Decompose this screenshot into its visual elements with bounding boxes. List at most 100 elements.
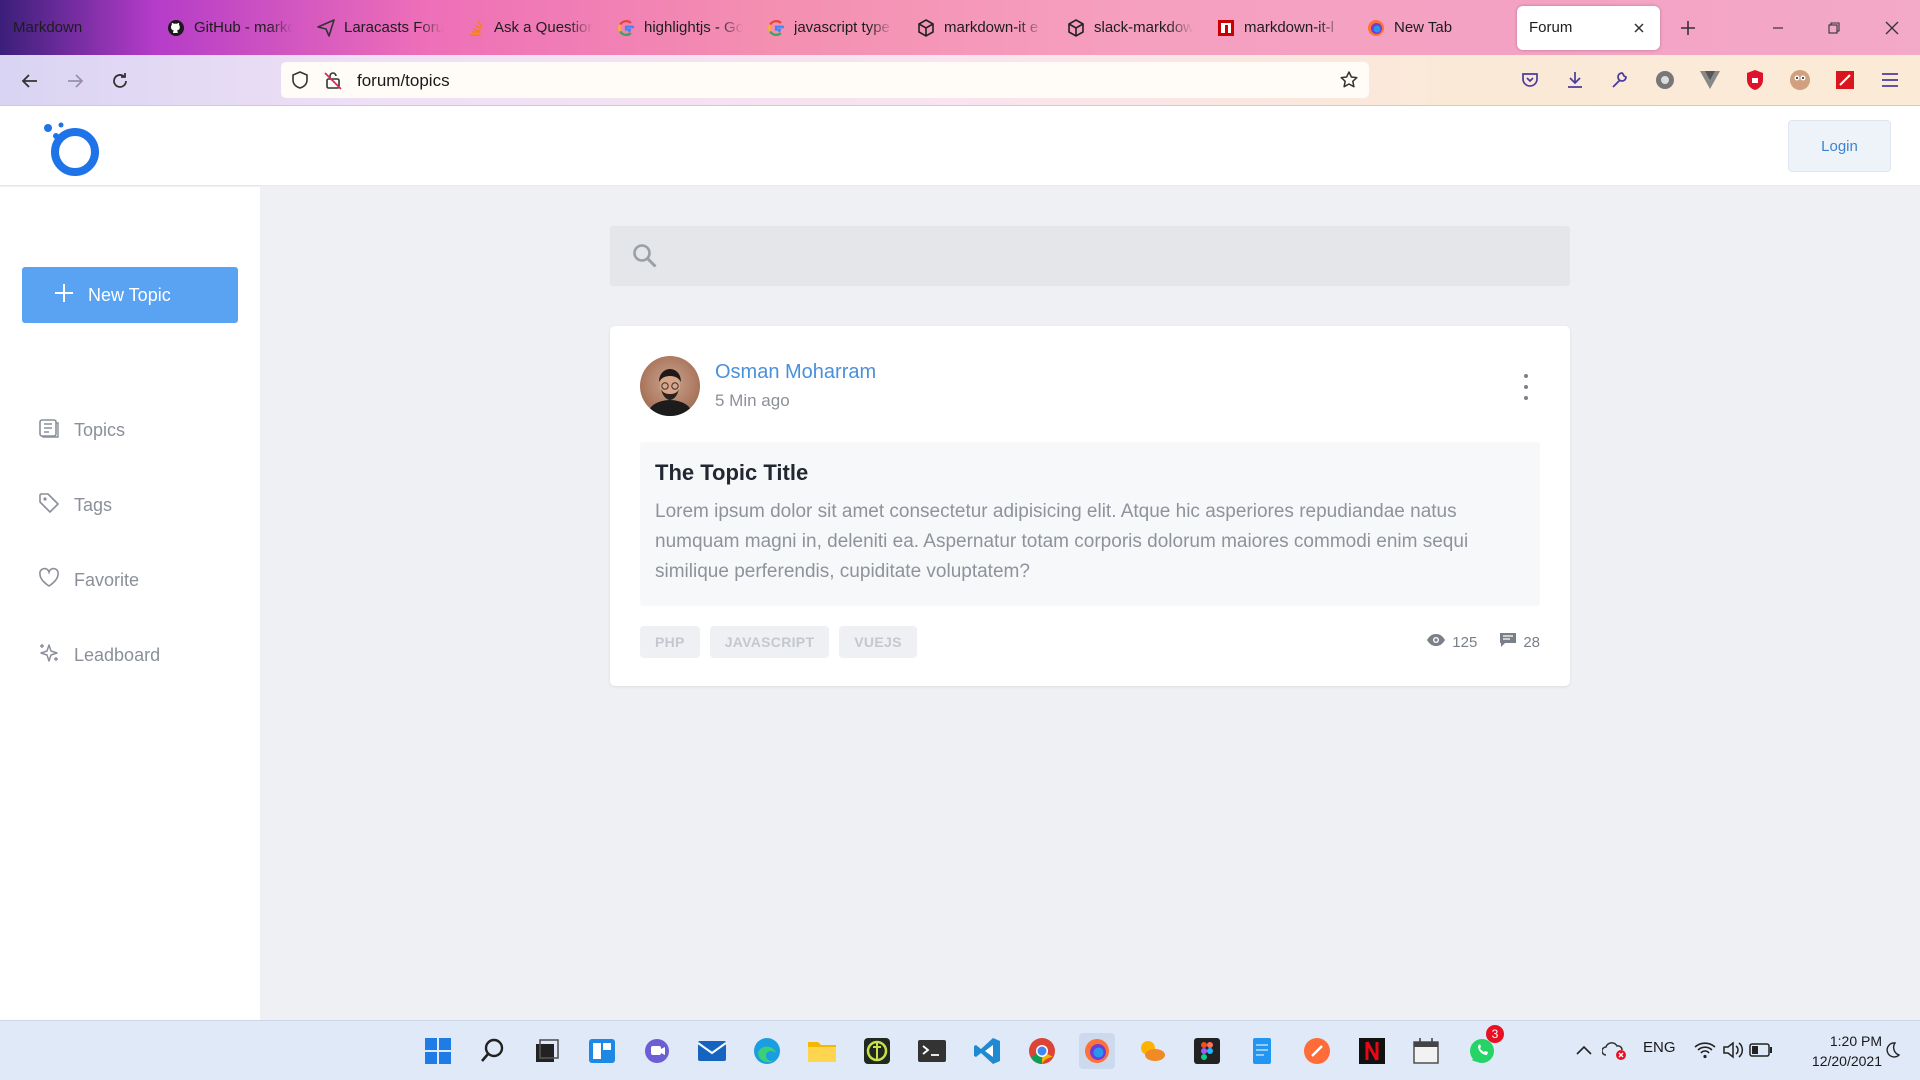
chevron-up-icon[interactable] bbox=[1572, 1035, 1596, 1065]
address-bar[interactable]: forum/topics bbox=[281, 62, 1369, 98]
teams-chat-icon[interactable] bbox=[639, 1033, 675, 1069]
weather-icon[interactable] bbox=[1134, 1033, 1170, 1069]
browser-nav-bar: forum/topics bbox=[0, 55, 1920, 106]
sidebar-item-favorite[interactable]: Favorite bbox=[38, 566, 139, 594]
author-name[interactable]: Osman Moharram bbox=[715, 361, 876, 384]
onedrive-offline-icon[interactable] bbox=[1600, 1035, 1630, 1065]
insecure-lock-icon[interactable] bbox=[323, 70, 343, 95]
whatsapp-icon[interactable]: 3 bbox=[1464, 1025, 1504, 1069]
sidebar-item-topics[interactable]: Topics bbox=[38, 416, 125, 444]
sidebar-item-label: Topics bbox=[74, 419, 126, 440]
firefox-taskbar-icon[interactable] bbox=[1079, 1033, 1115, 1069]
send-icon bbox=[317, 18, 335, 37]
plus-icon bbox=[54, 283, 74, 308]
netflix-icon[interactable] bbox=[1354, 1033, 1390, 1069]
tab-javascript-type[interactable]: javascript type bbox=[755, 8, 905, 48]
figma-icon[interactable] bbox=[1189, 1033, 1225, 1069]
notepad-icon[interactable] bbox=[1244, 1033, 1280, 1069]
comments-count: 28 bbox=[1523, 633, 1540, 651]
system-clock[interactable]: 1:20 PM 12/20/2021 bbox=[1786, 1031, 1882, 1071]
wifi-icon[interactable] bbox=[1691, 1035, 1719, 1065]
battery-icon[interactable] bbox=[1747, 1035, 1775, 1065]
notification-badge: 3 bbox=[1486, 1025, 1504, 1043]
tab-slack-markdown[interactable]: slack-markdown bbox=[1055, 8, 1205, 48]
tab-laracasts[interactable]: Laracasts Forum bbox=[305, 8, 455, 48]
new-topic-button[interactable]: New Topic bbox=[22, 267, 238, 323]
app-logo[interactable] bbox=[43, 120, 103, 178]
tab-title: GitHub - markdown bbox=[194, 19, 293, 36]
postman-icon[interactable] bbox=[1299, 1033, 1335, 1069]
windows-taskbar: 3 ENG 1:20 PM 12/20/2021 bbox=[0, 1020, 1920, 1080]
moon-icon[interactable] bbox=[1880, 1037, 1904, 1063]
tab-ask-question[interactable]: Ask a Question bbox=[455, 8, 605, 48]
topic-card[interactable]: Osman Moharram 5 Min ago The Topic Title… bbox=[610, 326, 1570, 686]
tab-title: Laracasts Forum bbox=[344, 19, 443, 36]
tag-vuejs[interactable]: VUEJS bbox=[839, 626, 917, 658]
start-icon[interactable] bbox=[420, 1033, 456, 1069]
avatar[interactable] bbox=[640, 356, 700, 416]
widgets-icon[interactable] bbox=[584, 1033, 620, 1069]
search-input[interactable] bbox=[674, 226, 1554, 286]
tab-highlightjs[interactable]: highlightjs - Google bbox=[605, 8, 755, 48]
sidebar-item-leadboard[interactable]: Leadboard bbox=[38, 641, 160, 669]
tab-new-tab[interactable]: New Tab bbox=[1355, 8, 1505, 48]
pdf-extension-icon[interactable] bbox=[1832, 67, 1858, 93]
shield-icon[interactable] bbox=[290, 70, 310, 95]
hamburger-menu-icon[interactable] bbox=[1877, 67, 1903, 93]
tab-title: Forum bbox=[1529, 19, 1573, 36]
download-icon[interactable] bbox=[1562, 67, 1588, 93]
google-icon bbox=[767, 19, 785, 37]
codesandbox-icon bbox=[1067, 18, 1085, 37]
ublock-icon[interactable] bbox=[1742, 67, 1768, 93]
sidebar-item-label: Tags bbox=[74, 494, 113, 515]
tab-markdown-it-l[interactable]: markdown-it-l bbox=[1205, 8, 1355, 48]
tab-title: highlightjs - Google bbox=[644, 19, 743, 36]
vue-devtools-icon[interactable] bbox=[1697, 67, 1723, 93]
back-button[interactable] bbox=[16, 67, 44, 95]
file-explorer-icon[interactable] bbox=[804, 1033, 840, 1069]
tab-markdown[interactable]: Markdown bbox=[0, 8, 155, 48]
tab-markdown-it-e[interactable]: markdown-it e bbox=[905, 8, 1055, 48]
vscode-icon[interactable] bbox=[969, 1033, 1005, 1069]
avatar-extension-icon[interactable] bbox=[1787, 67, 1813, 93]
sidebar-item-label: Leadboard bbox=[74, 644, 161, 665]
calendar-app-icon[interactable] bbox=[1409, 1033, 1445, 1069]
topic-title[interactable]: The Topic Title bbox=[655, 460, 808, 486]
input-language[interactable]: ENG bbox=[1643, 1039, 1676, 1056]
mail-icon[interactable] bbox=[694, 1033, 730, 1069]
task-view-icon[interactable] bbox=[529, 1033, 565, 1069]
tag-javascript[interactable]: JAVASCRIPT bbox=[709, 626, 830, 658]
forward-button[interactable] bbox=[61, 67, 89, 95]
search-taskbar-icon[interactable] bbox=[475, 1033, 511, 1069]
extension-gear-icon[interactable] bbox=[1652, 67, 1678, 93]
wrench-icon[interactable] bbox=[1607, 67, 1633, 93]
npm-icon bbox=[1217, 19, 1235, 37]
login-button[interactable]: Login bbox=[1788, 120, 1891, 172]
search-bar bbox=[610, 226, 1570, 286]
edge-icon[interactable] bbox=[749, 1033, 785, 1069]
heart-icon bbox=[38, 567, 60, 594]
restore-button[interactable] bbox=[1806, 0, 1862, 55]
app-green-circle-icon[interactable] bbox=[859, 1033, 895, 1069]
close-window-button[interactable] bbox=[1864, 0, 1920, 55]
close-tab-icon[interactable] bbox=[1630, 19, 1648, 37]
codesandbox-icon bbox=[917, 18, 935, 37]
chrome-icon[interactable] bbox=[1024, 1033, 1060, 1069]
tag-php[interactable]: PHP bbox=[640, 626, 700, 658]
bookmark-star-icon[interactable] bbox=[1339, 70, 1359, 95]
terminal-icon[interactable] bbox=[914, 1033, 950, 1069]
tab-github[interactable]: GitHub - markdown bbox=[155, 8, 305, 48]
reload-button[interactable] bbox=[106, 67, 134, 95]
github-icon bbox=[167, 19, 185, 37]
volume-icon[interactable] bbox=[1719, 1035, 1747, 1065]
minimize-button[interactable] bbox=[1750, 0, 1806, 55]
tab-forum[interactable]: Forum bbox=[1517, 5, 1660, 50]
comment-icon bbox=[1499, 632, 1517, 652]
clock-date: 12/20/2021 bbox=[1811, 1053, 1882, 1069]
comments-stat: 28 bbox=[1499, 632, 1540, 652]
sidebar: New Topic Topics Tags Favorite Leadboard bbox=[0, 187, 260, 1020]
new-tab-button[interactable] bbox=[1668, 8, 1708, 48]
more-options-icon[interactable] bbox=[1518, 374, 1534, 400]
pocket-icon[interactable] bbox=[1517, 67, 1543, 93]
sidebar-item-tags[interactable]: Tags bbox=[38, 491, 112, 519]
